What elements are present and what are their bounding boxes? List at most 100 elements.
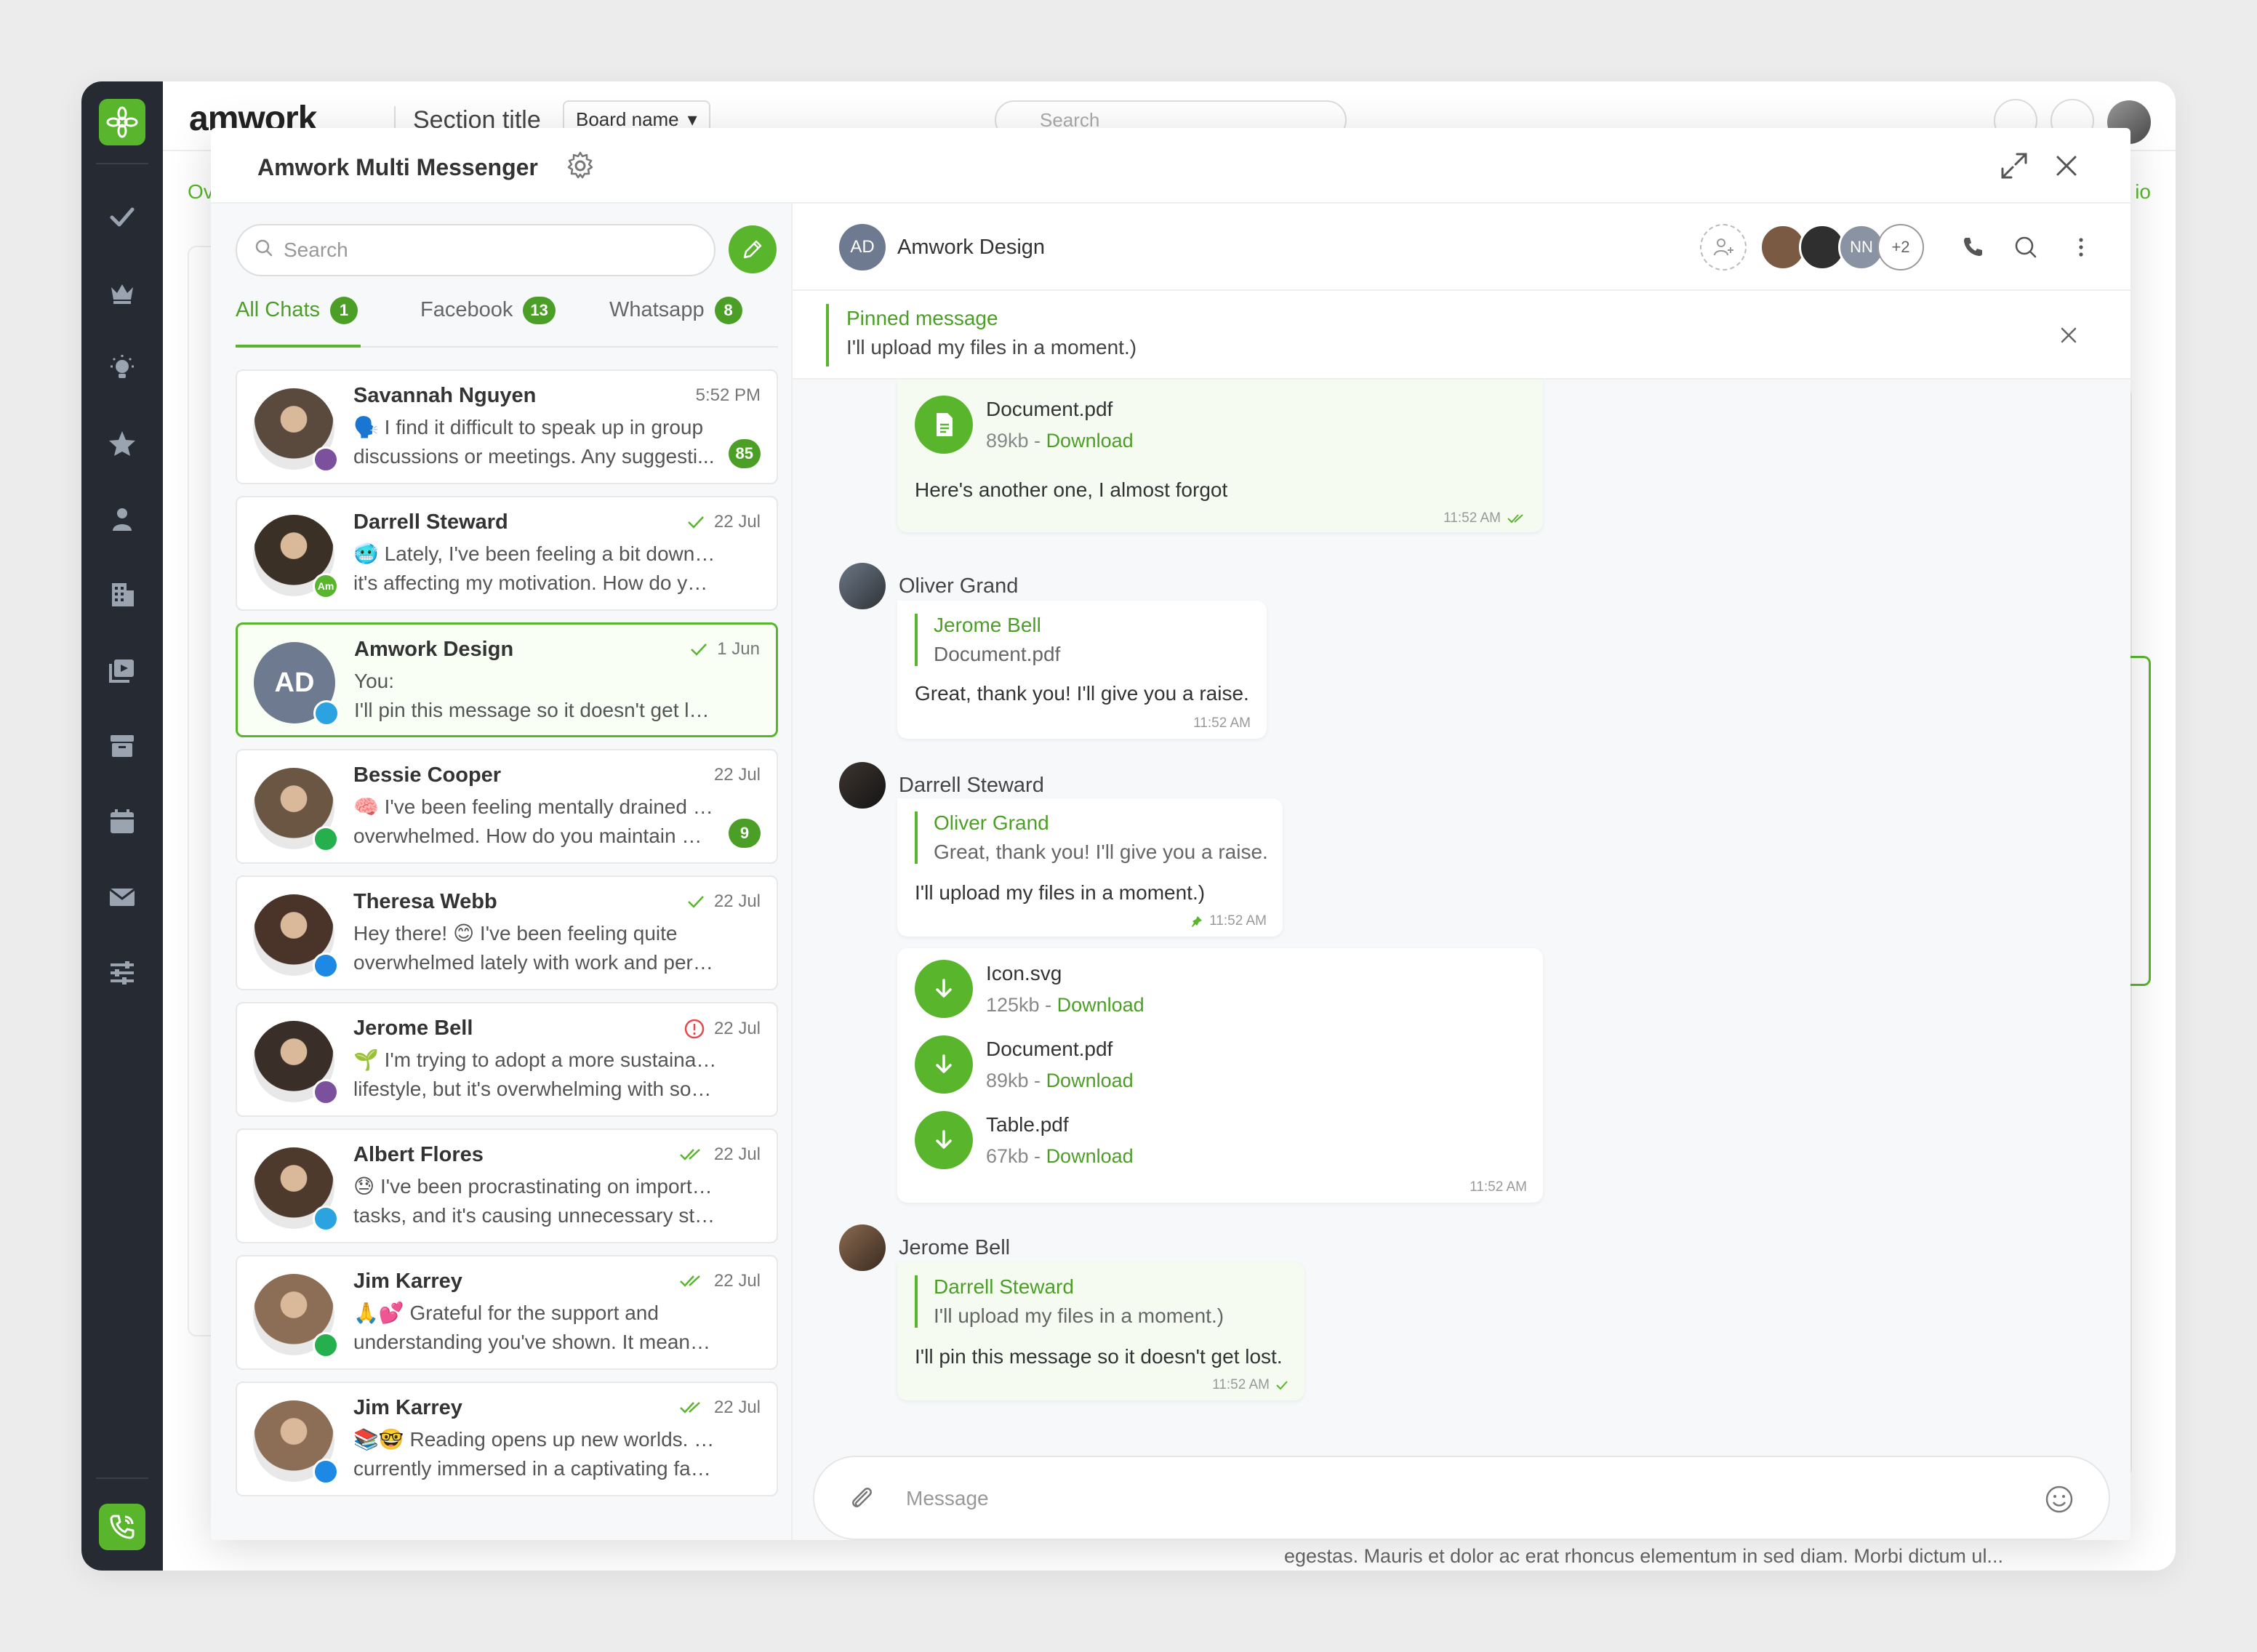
download-arrow-icon[interactable]	[915, 960, 973, 1018]
phone-icon[interactable]	[1959, 233, 1988, 262]
emoji-smile-icon[interactable]	[2043, 1483, 2075, 1515]
chat-time: 22 Jul	[713, 1271, 761, 1291]
file-attachment[interactable]: Icon.svg 125kb - Download	[915, 960, 1144, 1018]
tab-right-partial[interactable]: io	[2135, 180, 2151, 204]
message-preview: 😓 I've been procrastinating on important…	[353, 1172, 717, 1230]
contact-name: Savannah Nguyen	[353, 384, 537, 407]
message-bubble[interactable]: Document.pdf 89kb - Download Here's anot…	[897, 380, 1543, 532]
file-attachment[interactable]: Document.pdf 89kb - Download	[915, 396, 1134, 454]
reply-quote[interactable]: Jerome Bell Document.pdf	[915, 614, 1060, 666]
message-input[interactable]	[906, 1482, 1997, 1515]
app-logo-icon[interactable]	[99, 99, 145, 145]
search-icon[interactable]	[2011, 233, 2040, 262]
tab-all-chats[interactable]: All Chats 1	[236, 297, 361, 348]
conversation-avatar[interactable]: AD	[839, 224, 886, 270]
tab-count-badge: 8	[714, 297, 742, 324]
chat-list-item[interactable]: Theresa Webb 22 Jul Hey there! 😊 I've been…	[236, 875, 778, 990]
phone-call-icon[interactable]	[99, 1504, 145, 1550]
download-link[interactable]: Download	[1046, 1070, 1134, 1091]
file-attachment[interactable]: Table.pdf 67kb - Download	[915, 1111, 1134, 1169]
more-members-badge[interactable]: +2	[1877, 224, 1924, 270]
check-icon	[688, 896, 704, 908]
download-link[interactable]: Download	[1057, 994, 1144, 1016]
reply-quote[interactable]: Darrell Steward I'll upload my files in …	[915, 1275, 1224, 1328]
check-icon	[688, 516, 704, 529]
message-bubble[interactable]: Jerome Bell Document.pdf Great, thank yo…	[897, 601, 1267, 739]
double-check-icon	[680, 1149, 700, 1160]
sender-avatar[interactable]	[839, 1224, 886, 1271]
chat-time: 22 Jul	[713, 765, 761, 785]
rail-divider	[96, 163, 148, 164]
settings-gear-icon[interactable]	[564, 150, 596, 182]
preview-line: 😓 I've been procrastinating on important	[353, 1175, 717, 1198]
close-icon[interactable]	[2052, 151, 2081, 180]
download-link[interactable]: Download	[1046, 430, 1134, 452]
lightbulb-icon[interactable]	[106, 352, 138, 384]
close-icon[interactable]	[2056, 323, 2081, 348]
tab-facebook[interactable]: Facebook 13	[420, 297, 556, 348]
sliders-icon[interactable]	[106, 957, 138, 989]
chat-list-item[interactable]: Jim Karrey 22 Jul 📚🤓 Reading opens up new …	[236, 1382, 778, 1496]
check-icon[interactable]	[106, 201, 138, 233]
calendar-icon[interactable]	[106, 806, 138, 838]
message-bubble[interactable]: Darrell Steward I'll upload my files in …	[897, 1262, 1304, 1400]
whatsapp-channel-icon	[313, 1332, 339, 1358]
chevron-down-icon: ▾	[687, 108, 697, 130]
chat-search-field[interactable]	[236, 224, 715, 276]
preview-line: overwhelmed lately with work and persona…	[353, 951, 717, 974]
mail-icon[interactable]	[106, 881, 138, 913]
file-name: Table.pdf	[986, 1112, 1069, 1136]
chat-time: 22 Jul	[713, 891, 761, 911]
message-bubble[interactable]: Icon.svg 125kb - Download Document.pdf 8…	[897, 948, 1543, 1203]
download-link[interactable]: Download	[1046, 1145, 1134, 1167]
preview-line: overwhelmed. How do you maintain me...	[353, 825, 717, 847]
chat-list-item[interactable]: Savannah Nguyen 5:52 PM 🗣️ I find it diffi…	[236, 369, 778, 484]
reply-text: Document.pdf	[934, 643, 1061, 665]
contact-name: Jerome Bell	[353, 1017, 473, 1040]
paperclip-icon[interactable]	[846, 1483, 878, 1515]
chat-list-item[interactable]: Albert Flores 22 Jul 😓 I've been procrasti…	[236, 1128, 778, 1243]
chat-list-item[interactable]: AD Amwork Design 1 Jun You: I'll pin this me…	[236, 622, 778, 737]
media-icon[interactable]	[106, 654, 138, 686]
chat-list-item[interactable]: Jim Karrey 22 Jul 🙏💕 Grateful for the supp…	[236, 1255, 778, 1370]
chat-list-item[interactable]: Bessie Cooper 22 Jul 🧠 I've been feeling m…	[236, 749, 778, 864]
chat-list-item[interactable]: Am Darrell Steward 22 Jul 🥶 Lately, I've be…	[236, 496, 778, 611]
chat-meta: 22 Jul	[686, 512, 761, 532]
amwork-channel-icon: Am	[313, 573, 339, 599]
reply-quote[interactable]: Oliver Grand Great, thank you! I'll give…	[915, 811, 1268, 864]
building-icon[interactable]	[106, 579, 138, 611]
tab-overview[interactable]: Ov	[188, 180, 214, 204]
file-attachment[interactable]: Document.pdf 89kb - Download	[915, 1035, 1134, 1094]
more-vertical-icon[interactable]	[2066, 233, 2096, 262]
star-icon[interactable]	[106, 428, 138, 460]
channel-tabs: All Chats 1 Facebook 13 Whatsapp 8	[236, 297, 778, 348]
pin-icon	[1192, 916, 1203, 927]
member-avatars[interactable]: NN +2	[1760, 224, 1924, 270]
download-arrow-icon[interactable]	[915, 1035, 973, 1094]
crown-icon[interactable]	[106, 276, 138, 308]
pinned-message-bar[interactable]: Pinned message I'll upload my files in a…	[793, 291, 2130, 380]
conversation-name[interactable]: Amwork Design	[897, 236, 1045, 260]
time-label: 11:52 AM	[1193, 715, 1251, 731]
download-arrow-icon[interactable]	[915, 1111, 973, 1169]
message-composer	[813, 1456, 2110, 1540]
sender-avatar[interactable]	[839, 563, 886, 609]
check-icon	[691, 643, 707, 656]
expand-icon[interactable]	[2000, 151, 2029, 180]
chat-meta: 5:52 PM	[696, 385, 761, 406]
check-icon	[1276, 1381, 1288, 1390]
preview-line: lifestyle, but it's overwhelming with so…	[353, 1078, 717, 1100]
preview-line: 🙏💕 Grateful for the support and	[353, 1302, 659, 1324]
add-member-icon[interactable]	[1700, 224, 1747, 270]
message-preview: 🥶 Lately, I've been feeling a bit down, …	[353, 540, 717, 598]
tab-label: Facebook	[420, 298, 513, 321]
tab-whatsapp[interactable]: Whatsapp 8	[609, 297, 742, 348]
sender-avatar[interactable]	[839, 762, 886, 809]
chat-list-item[interactable]: Jerome Bell 22 Jul 🌱 I'm trying to adopt a…	[236, 1002, 778, 1117]
compose-pencil-icon[interactable]	[729, 225, 777, 273]
user-icon[interactable]	[106, 503, 138, 535]
message-preview: 🗣️ I find it difficult to speak up in gr…	[353, 413, 717, 471]
message-bubble[interactable]: Oliver Grand Great, thank you! I'll give…	[897, 798, 1283, 937]
archive-icon[interactable]	[106, 730, 138, 762]
chat-search-input[interactable]	[284, 238, 691, 262]
